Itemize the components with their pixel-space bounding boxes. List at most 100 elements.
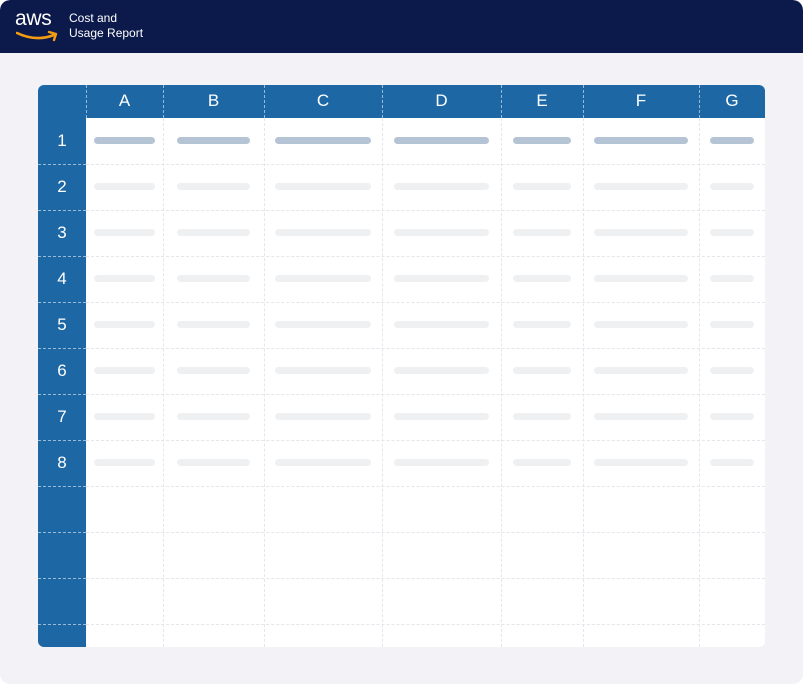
column-header-a[interactable]: A [86, 91, 163, 111]
row-header-divider [38, 486, 86, 487]
cell-placeholder[interactable] [594, 413, 688, 420]
row-header-divider [38, 164, 86, 165]
cell-placeholder[interactable] [513, 459, 571, 466]
row-header-10[interactable] [38, 532, 86, 578]
cell-placeholder[interactable] [513, 229, 571, 236]
header-cell-placeholder[interactable] [710, 137, 754, 144]
cell-placeholder[interactable] [177, 413, 250, 420]
column-header-d[interactable]: D [382, 91, 501, 111]
column-header-divider [86, 85, 87, 118]
row-header-9[interactable] [38, 486, 86, 532]
cell-placeholder[interactable] [177, 229, 250, 236]
column-header-divider [501, 85, 502, 118]
row-header-divider [38, 210, 86, 211]
cell-placeholder[interactable] [710, 413, 754, 420]
cell-placeholder[interactable] [177, 183, 250, 190]
header-cell-placeholder[interactable] [177, 137, 250, 144]
row-header-2[interactable]: 2 [38, 164, 86, 210]
cell-placeholder[interactable] [710, 321, 754, 328]
grid-row-line [86, 532, 765, 533]
row-header-1[interactable]: 1 [38, 118, 86, 164]
cell-placeholder[interactable] [94, 367, 155, 374]
cell-placeholder[interactable] [94, 183, 155, 190]
cell-placeholder[interactable] [594, 229, 688, 236]
cell-placeholder[interactable] [94, 275, 155, 282]
cell-placeholder[interactable] [394, 367, 489, 374]
cell-placeholder[interactable] [94, 459, 155, 466]
cell-placeholder[interactable] [594, 275, 688, 282]
cell-placeholder[interactable] [177, 367, 250, 374]
cell-placeholder[interactable] [94, 321, 155, 328]
cell-placeholder[interactable] [513, 183, 571, 190]
cell-placeholder[interactable] [275, 459, 371, 466]
cell-placeholder[interactable] [513, 321, 571, 328]
cell-placeholder[interactable] [177, 321, 250, 328]
cell-placeholder[interactable] [394, 413, 489, 420]
row-header-4[interactable]: 4 [38, 256, 86, 302]
header-cell-placeholder[interactable] [394, 137, 489, 144]
cell-placeholder[interactable] [394, 321, 489, 328]
row-header-7[interactable]: 7 [38, 394, 86, 440]
app-window: aws Cost and Usage Report ABCDEFG 123456… [0, 0, 803, 684]
cell-placeholder[interactable] [513, 275, 571, 282]
grid-row-line [86, 210, 765, 211]
cell-placeholder[interactable] [594, 321, 688, 328]
cell-placeholder[interactable] [394, 229, 489, 236]
row-header-divider [38, 532, 86, 533]
cell-placeholder[interactable] [594, 183, 688, 190]
row-header-divider [38, 394, 86, 395]
row-header-divider [38, 440, 86, 441]
grid-column-line [699, 118, 700, 647]
app-title: Cost and Usage Report [69, 11, 143, 41]
column-header-divider [699, 85, 700, 118]
app-title-line-1: Cost and [69, 11, 118, 25]
grid-row-line [86, 440, 765, 441]
header-cell-placeholder[interactable] [594, 137, 688, 144]
grid-row-line [86, 348, 765, 349]
cell-placeholder[interactable] [513, 413, 571, 420]
cell-placeholder[interactable] [275, 275, 371, 282]
cell-placeholder[interactable] [710, 275, 754, 282]
cell-placeholder[interactable] [275, 183, 371, 190]
column-header-divider [264, 85, 265, 118]
grid-row-line [86, 578, 765, 579]
row-header-6[interactable]: 6 [38, 348, 86, 394]
logo-text: aws [15, 7, 52, 30]
row-header-5[interactable]: 5 [38, 302, 86, 348]
row-header-bar: 12345678 [38, 118, 86, 647]
grid-row-line [86, 394, 765, 395]
cell-placeholder[interactable] [394, 459, 489, 466]
header-cell-placeholder[interactable] [275, 137, 371, 144]
row-header-11[interactable] [38, 578, 86, 624]
cell-placeholder[interactable] [710, 183, 754, 190]
cell-placeholder[interactable] [177, 275, 250, 282]
cell-placeholder[interactable] [513, 367, 571, 374]
column-header-c[interactable]: C [264, 91, 382, 111]
cell-placeholder[interactable] [710, 229, 754, 236]
header-cell-placeholder[interactable] [513, 137, 571, 144]
header-cell-placeholder[interactable] [94, 137, 155, 144]
row-header-divider [38, 256, 86, 257]
cell-placeholder[interactable] [594, 459, 688, 466]
column-header-b[interactable]: B [163, 91, 264, 111]
cell-placeholder[interactable] [394, 275, 489, 282]
cell-placeholder[interactable] [275, 229, 371, 236]
row-header-8[interactable]: 8 [38, 440, 86, 486]
column-header-e[interactable]: E [501, 91, 583, 111]
cell-placeholder[interactable] [94, 413, 155, 420]
cell-placeholder[interactable] [710, 459, 754, 466]
aws-logo-icon: aws [15, 7, 61, 43]
cell-placeholder[interactable] [710, 367, 754, 374]
cell-placeholder[interactable] [94, 229, 155, 236]
cell-placeholder[interactable] [394, 183, 489, 190]
cell-placeholder[interactable] [275, 367, 371, 374]
grid-column-line [264, 118, 265, 647]
column-header-g[interactable]: G [699, 91, 765, 111]
row-header-3[interactable]: 3 [38, 210, 86, 256]
cell-placeholder[interactable] [275, 413, 371, 420]
cell-placeholder[interactable] [177, 459, 250, 466]
cell-placeholder[interactable] [594, 367, 688, 374]
cell-placeholder[interactable] [275, 321, 371, 328]
grid-row-line [86, 164, 765, 165]
column-header-f[interactable]: F [583, 91, 699, 111]
